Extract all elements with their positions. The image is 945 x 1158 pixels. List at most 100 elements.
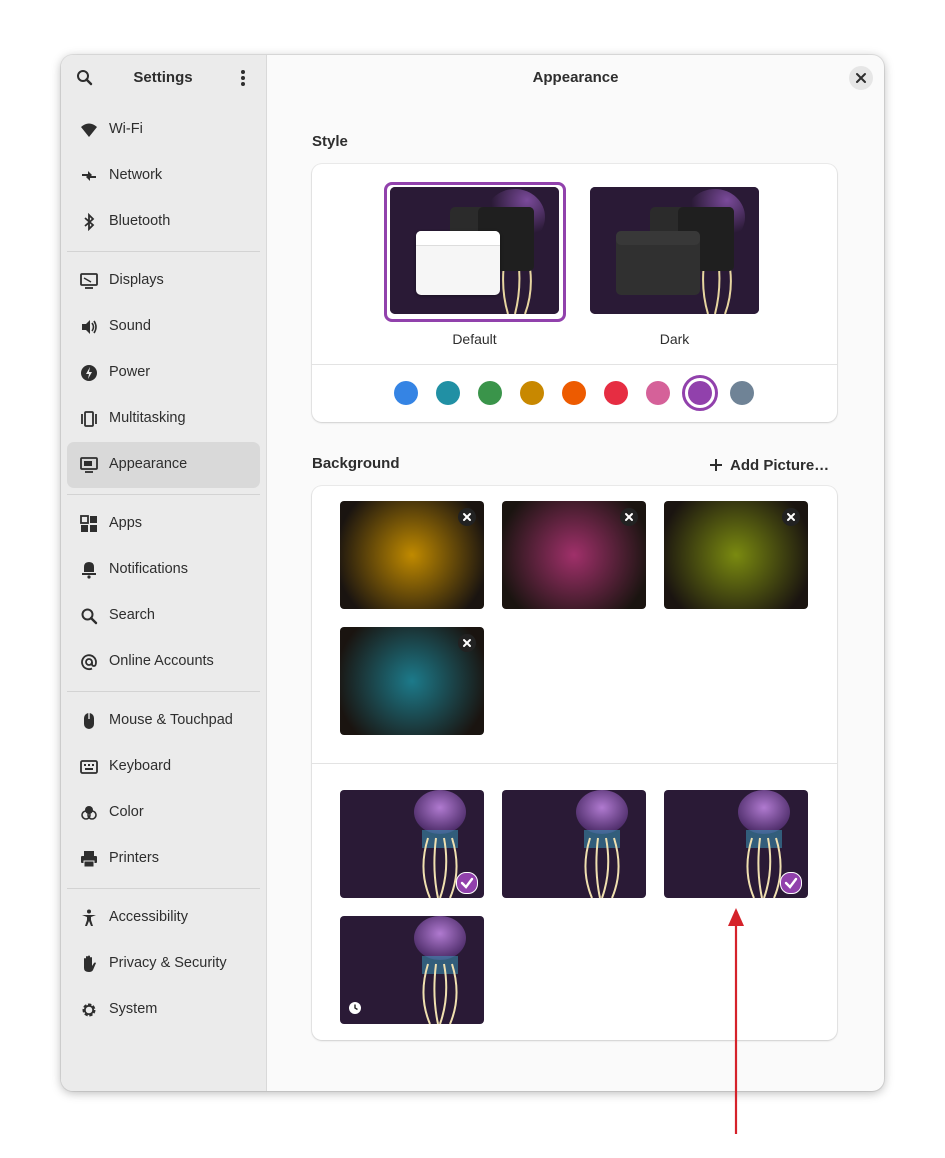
remove-background-button[interactable] [458, 508, 476, 526]
page-title: Appearance [532, 69, 619, 86]
printer-icon [81, 851, 97, 868]
style-dark-thumbnail[interactable] [590, 187, 759, 314]
sidebar-item-label: Privacy & Security [109, 955, 227, 971]
custom-background-thumbnail[interactable] [340, 501, 484, 609]
sidebar-item-label: Notifications [109, 561, 188, 577]
style-divider [312, 364, 837, 365]
style-card: Default Dark [312, 164, 837, 422]
close-button[interactable] [849, 66, 873, 90]
remove-background-button[interactable] [620, 508, 638, 526]
close-icon [625, 513, 633, 521]
wallpaper-thumbnail[interactable] [502, 790, 646, 898]
sidebar-item-wi-fi[interactable]: Wi-Fi [67, 107, 260, 153]
sidebar: Settings Wi-Fi Network Bluetooth Displays So… [61, 55, 267, 1091]
sidebar-item-accessibility[interactable]: Accessibility [67, 895, 260, 941]
network-icon [82, 171, 96, 181]
accessibility-icon [82, 909, 96, 926]
remove-background-button[interactable] [782, 508, 800, 526]
sidebar-item-search[interactable]: Search [67, 593, 260, 639]
accent-color-swatch[interactable] [562, 381, 586, 405]
sidebar-item-label: Displays [109, 272, 164, 288]
accent-color-swatch[interactable] [688, 381, 712, 405]
sidebar-item-sound[interactable]: Sound [67, 304, 260, 350]
wallpaper-thumbnail[interactable] [340, 790, 484, 898]
sidebar-item-label: Network [109, 167, 163, 183]
sidebar-item-notifications[interactable]: Notifications [67, 547, 260, 593]
sidebar-title: Settings [133, 69, 193, 86]
accent-color-swatch[interactable] [604, 381, 628, 405]
sidebar-item-printers[interactable]: Printers [67, 836, 260, 882]
sidebar-item-keyboard[interactable]: Keyboard [67, 744, 260, 790]
sidebar-item-multitasking[interactable]: Multitasking [67, 396, 260, 442]
keyboard-icon [80, 760, 98, 774]
style-default-thumbnail[interactable] [390, 187, 559, 314]
sidebar-item-label: Keyboard [109, 758, 172, 774]
wifi-icon [81, 123, 97, 137]
check-icon [780, 872, 802, 894]
clock-icon [349, 1002, 361, 1014]
bluetooth-icon [84, 213, 95, 231]
sidebar-item-label: Accessibility [109, 909, 188, 925]
appearance-icon [80, 457, 98, 473]
content-pane: Appearance Style Default Dark Background… [267, 55, 884, 1091]
sidebar-item-color[interactable]: Color [67, 790, 260, 836]
add-picture-button[interactable]: Add Picture… [708, 455, 829, 475]
plus-icon [710, 459, 722, 471]
remove-background-button[interactable] [458, 634, 476, 652]
close-icon [787, 513, 795, 521]
sidebar-item-label: Wi-Fi [109, 121, 143, 137]
gear-icon [82, 1003, 96, 1017]
style-heading: Style [312, 133, 348, 150]
accent-color-swatch[interactable] [436, 381, 460, 405]
sidebar-item-system[interactable]: System [67, 987, 260, 1033]
sidebar-item-appearance[interactable]: Appearance [67, 442, 260, 488]
custom-background-thumbnail[interactable] [502, 501, 646, 609]
wallpaper-thumbnail[interactable] [664, 790, 808, 898]
accent-color-swatch[interactable] [730, 381, 754, 405]
color-icon [81, 806, 97, 820]
background-card [312, 486, 837, 1040]
wallpaper-thumbnail[interactable] [340, 916, 484, 1024]
close-icon [463, 639, 471, 647]
search-icon [81, 608, 98, 625]
sidebar-item-label: Search [109, 607, 155, 623]
sidebar-item-apps[interactable]: Apps [67, 501, 260, 547]
vertical-dots-icon[interactable] [233, 68, 253, 88]
background-divider [312, 763, 837, 764]
close-icon [463, 513, 471, 521]
sidebar-item-power[interactable]: Power [67, 350, 260, 396]
sidebar-item-privacy-security[interactable]: Privacy & Security [67, 941, 260, 987]
custom-background-thumbnail[interactable] [664, 501, 808, 609]
power-icon [81, 365, 97, 381]
sidebar-item-label: Power [109, 364, 151, 380]
sidebar-item-label: Apps [109, 515, 143, 531]
sidebar-separator [67, 691, 260, 692]
sidebar-item-label: Color [109, 804, 144, 820]
accent-color-swatch[interactable] [478, 381, 502, 405]
sidebar-item-displays[interactable]: Displays [67, 258, 260, 304]
accent-color-swatch[interactable] [394, 381, 418, 405]
sidebar-item-bluetooth[interactable]: Bluetooth [67, 199, 260, 245]
sidebar-item-network[interactable]: Network [67, 153, 260, 199]
add-picture-label: Add Picture… [730, 456, 830, 474]
accent-color-swatch[interactable] [646, 381, 670, 405]
multitasking-icon [81, 411, 97, 427]
sidebar-item-label: Sound [109, 318, 151, 334]
style-default-label: Default [452, 331, 497, 347]
notifications-icon [82, 562, 96, 579]
sidebar-item-label: Multitasking [109, 410, 186, 426]
sidebar-item-label: Appearance [109, 456, 188, 472]
custom-background-thumbnail[interactable] [340, 627, 484, 735]
accent-color-swatch[interactable] [520, 381, 544, 405]
light-window-preview [416, 231, 500, 295]
hand-icon [84, 955, 96, 972]
sidebar-item-label: Mouse & Touchpad [109, 712, 233, 728]
search-icon[interactable] [75, 68, 95, 88]
sidebar-item-label: Bluetooth [109, 213, 171, 229]
sidebar-item-online-accounts[interactable]: Online Accounts [67, 639, 260, 685]
speaker-icon [82, 320, 97, 334]
sidebar-item-mouse-touchpad[interactable]: Mouse & Touchpad [67, 698, 260, 744]
background-heading: Background [312, 455, 400, 472]
sidebar-separator [67, 251, 260, 252]
sidebar-separator [67, 888, 260, 889]
